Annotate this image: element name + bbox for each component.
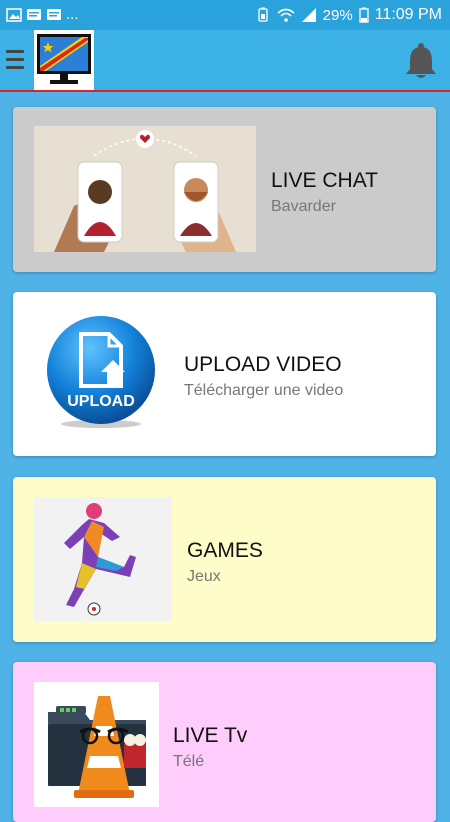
battery-saver-icon [258, 7, 268, 22]
hamburger-menu-icon[interactable] [6, 50, 24, 70]
chat-couple-image [34, 126, 256, 252]
card-subtitle: Télé [173, 753, 205, 770]
card-title: LIVE Tv [173, 724, 248, 747]
battery-icon [359, 7, 369, 23]
soccer-player-image [34, 497, 172, 621]
upload-video-card[interactable]: UPLOAD UPLOAD VIDEO Télécharger une vide… [13, 292, 436, 456]
image-notification-icon [6, 7, 22, 22]
vlc-folder-image [34, 682, 159, 807]
card-title: UPLOAD VIDEO [184, 353, 342, 376]
signal-icon [301, 8, 316, 22]
card-subtitle: Bavarder [271, 198, 336, 215]
upload-icon: UPLOAD [43, 314, 159, 430]
more-notifications: ... [66, 6, 79, 23]
card-title: LIVE CHAT [271, 169, 378, 192]
message-notification-icon [47, 8, 61, 20]
wifi-icon [277, 8, 295, 22]
card-subtitle: Jeux [187, 568, 221, 585]
notification-icons: ... [6, 6, 79, 23]
bell-icon[interactable] [404, 42, 438, 80]
app-bar [0, 30, 450, 92]
clock: 11:09 PM [374, 6, 442, 23]
upload-icon-label: UPLOAD [67, 393, 135, 410]
system-icons: 29% 11:09 PM [255, 6, 442, 24]
card-title: GAMES [187, 539, 263, 562]
games-card[interactable]: GAMES Jeux [13, 477, 436, 642]
battery-percent: 29% [322, 6, 353, 24]
tv-flag-logo-icon [37, 34, 91, 84]
message-notification-icon [27, 8, 41, 20]
live-tv-card[interactable]: LIVE Tv Télé [13, 662, 436, 822]
status-bar: ... 29% 11:09 PM [0, 0, 450, 30]
app-logo[interactable] [34, 30, 94, 90]
card-subtitle: Télécharger une video [184, 382, 344, 399]
live-chat-card[interactable]: LIVE CHAT Bavarder [13, 107, 436, 272]
